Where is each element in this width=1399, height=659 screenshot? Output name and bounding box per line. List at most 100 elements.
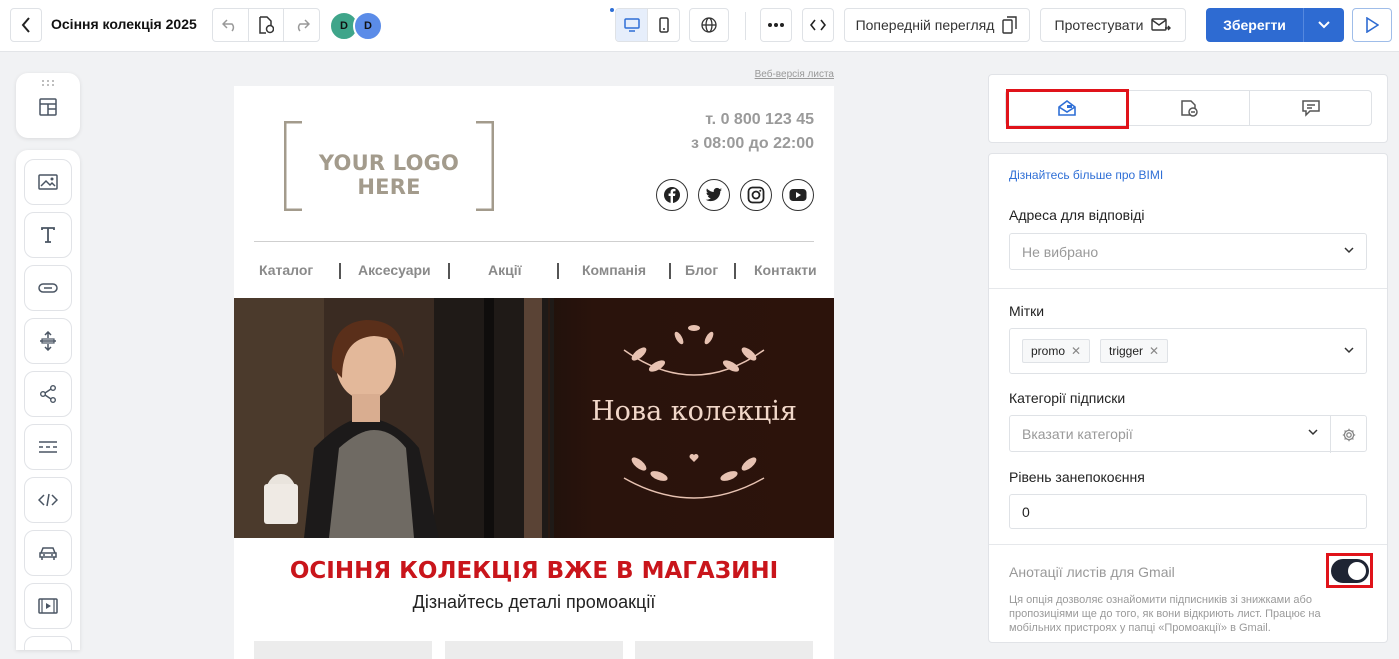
product-card[interactable] <box>445 641 623 659</box>
divider <box>989 544 1387 545</box>
test-button[interactable]: Протестувати <box>1040 8 1186 42</box>
nav-separator <box>448 263 450 279</box>
instagram-link[interactable] <box>740 179 772 211</box>
dynamic-block-button[interactable] <box>24 530 72 576</box>
drag-handle-icon[interactable] <box>41 80 55 86</box>
hero-banner[interactable]: Нова колекція <box>234 298 834 538</box>
bimi-link[interactable]: Дізнайтесь більше про BIMI <box>1009 168 1163 182</box>
layout-icon[interactable] <box>38 97 58 117</box>
desktop-icon <box>623 18 640 32</box>
email-nav: Каталог Аксесуари Акції Компанія Блог Ко… <box>234 262 834 282</box>
product-card[interactable] <box>635 641 813 659</box>
separator <box>745 12 746 40</box>
chevron-left-icon <box>21 17 30 33</box>
product-card[interactable] <box>254 641 432 659</box>
image-icon <box>38 174 58 190</box>
desktop-view-button[interactable] <box>616 9 647 41</box>
preview-label: Попередній перегляд <box>855 17 995 33</box>
tags-label: Мітки <box>1009 303 1045 319</box>
concern-level-input[interactable]: 0 <box>1009 494 1367 529</box>
send-button[interactable] <box>1352 8 1392 42</box>
divider <box>989 288 1387 289</box>
video-block-button[interactable] <box>24 583 72 629</box>
twitter-link[interactable] <box>698 179 730 211</box>
logo-text: YOUR LOGO HERE <box>318 151 460 199</box>
facebook-link[interactable] <box>656 179 688 211</box>
social-block-button[interactable] <box>24 371 72 417</box>
concern-level-value: 0 <box>1022 504 1030 520</box>
menu-block-button[interactable] <box>24 424 72 470</box>
nav-item-accessories[interactable]: Аксесуари <box>358 262 431 278</box>
history-button[interactable] <box>248 9 285 41</box>
tags-select[interactable]: promo ✕ trigger ✕ <box>1009 328 1367 374</box>
reply-to-select[interactable]: Не вибрано <box>1009 233 1367 270</box>
undo-button[interactable] <box>213 9 249 41</box>
nav-item-promotions[interactable]: Акції <box>488 262 522 278</box>
spacer-block-button[interactable] <box>24 318 72 364</box>
tab-comments[interactable] <box>1249 91 1371 125</box>
remove-tag-icon[interactable]: ✕ <box>1071 344 1081 358</box>
more-icon <box>768 23 784 27</box>
video-icon <box>38 598 58 614</box>
categories-settings-button[interactable] <box>1330 416 1366 453</box>
phone-text: т. 0 800 123 45 <box>705 111 814 128</box>
tag-chip: promo ✕ <box>1022 339 1091 363</box>
nav-item-contacts[interactable]: Контакти <box>754 262 817 278</box>
tag-label: trigger <box>1109 344 1144 358</box>
redo-button[interactable] <box>284 9 319 41</box>
text-icon <box>41 227 55 243</box>
subheadline: Дізнайтесь деталі промоакції <box>412 592 656 612</box>
back-button[interactable] <box>10 8 42 42</box>
blocks-toolbar <box>16 150 80 650</box>
nav-item-company[interactable]: Компанія <box>582 262 646 278</box>
more-button[interactable] <box>760 8 792 42</box>
test-label: Протестувати <box>1054 17 1144 33</box>
share-icon <box>40 385 56 403</box>
categories-select[interactable]: Вказати категорії <box>1009 415 1367 453</box>
chevron-down-icon <box>1344 247 1354 254</box>
hero-title: Нова колекція <box>591 396 797 427</box>
globe-icon <box>701 17 717 33</box>
highlight-frame <box>1006 89 1129 129</box>
nav-item-blog[interactable]: Блог <box>685 262 718 278</box>
logo[interactable]: YOUR LOGO HERE <box>284 121 494 211</box>
remove-tag-icon[interactable]: ✕ <box>1149 344 1159 358</box>
comment-icon <box>1301 100 1320 117</box>
categories-placeholder: Вказати категорії <box>1022 426 1133 442</box>
tag-chip: trigger ✕ <box>1100 339 1169 363</box>
header-divider <box>254 241 814 242</box>
undo-icon <box>222 19 235 32</box>
tab-utm[interactable] <box>1127 91 1249 125</box>
gmail-annotations-description: Ця опція дозволяє ознайомити підписників… <box>1009 594 1321 634</box>
structure-panel <box>16 73 80 138</box>
button-block-button[interactable] <box>24 265 72 311</box>
preview-icon <box>1002 16 1018 34</box>
reply-to-label: Адреса для відповіді <box>1009 207 1145 223</box>
play-icon <box>1366 17 1379 33</box>
save-dropdown-button[interactable] <box>1304 8 1344 42</box>
file-clock-icon <box>259 16 274 34</box>
ad-icon <box>1180 100 1198 117</box>
code-button[interactable] <box>802 8 834 42</box>
nav-item-catalog[interactable]: Каталог <box>259 262 313 278</box>
wreath-bottom-icon <box>623 454 765 499</box>
categories-label: Категорії підписки <box>1009 390 1126 406</box>
save-button[interactable]: Зберегти <box>1206 8 1304 42</box>
code-icon <box>810 19 826 31</box>
mobile-icon <box>658 17 669 33</box>
language-button[interactable] <box>689 8 729 42</box>
preview-button[interactable]: Попередній перегляд <box>844 8 1030 42</box>
html-block-button[interactable] <box>24 477 72 523</box>
web-version-link[interactable]: Веб-версія листа <box>700 69 834 80</box>
more-blocks-button[interactable] <box>24 636 72 650</box>
document-title[interactable]: Осіння колекція 2025 <box>51 16 197 32</box>
youtube-link[interactable] <box>782 179 814 211</box>
wreath-top-icon <box>623 325 765 376</box>
mobile-view-button[interactable] <box>647 9 679 41</box>
avatar[interactable]: D <box>353 11 383 41</box>
gear-icon <box>1342 428 1355 441</box>
concern-level-label: Рівень занепокоєння <box>1009 469 1145 485</box>
twitter-icon <box>705 187 722 202</box>
text-block-button[interactable] <box>24 212 72 258</box>
image-block-button[interactable] <box>24 159 72 205</box>
